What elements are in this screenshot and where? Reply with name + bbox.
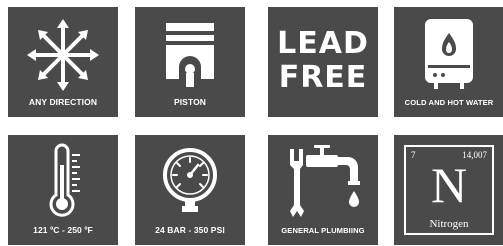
element-name: Nitrogen [429, 218, 469, 230]
feature-label: 121 ºC - 250 ºF [33, 225, 93, 235]
feature-tile-nitrogen: 7 14,007 N Nitrogen [394, 135, 503, 245]
feature-label: PISTON [173, 97, 207, 107]
feature-tile-pressure: 24 BAR - 350 PSI [135, 135, 245, 245]
element-symbol: N [430, 157, 468, 213]
feature-label: 24 BAR - 350 PSI [155, 225, 225, 235]
feature-label: COLD AND HOT WATER [404, 98, 494, 107]
feature-tile-cold-hot-water: COLD AND HOT WATER [394, 7, 503, 117]
feature-label: GENERAL PLUMBIING [281, 226, 365, 235]
lead-text: LEAD [277, 26, 369, 61]
feature-tile-temperature: 121 ºC - 250 ºF [8, 135, 118, 245]
feature-label: ANY DIRECTION [28, 97, 98, 107]
feature-tile-any-direction: ANY DIRECTION [8, 7, 118, 117]
feature-tile-plumbing: GENERAL PLUMBIING [268, 135, 378, 245]
feature-tile-piston: PISTON [135, 7, 245, 117]
periodic-element-icon: 7 14,007 N Nitrogen [404, 145, 494, 235]
feature-tile-lead-free: LEAD FREE [268, 7, 378, 117]
free-text: FREE [278, 60, 368, 95]
